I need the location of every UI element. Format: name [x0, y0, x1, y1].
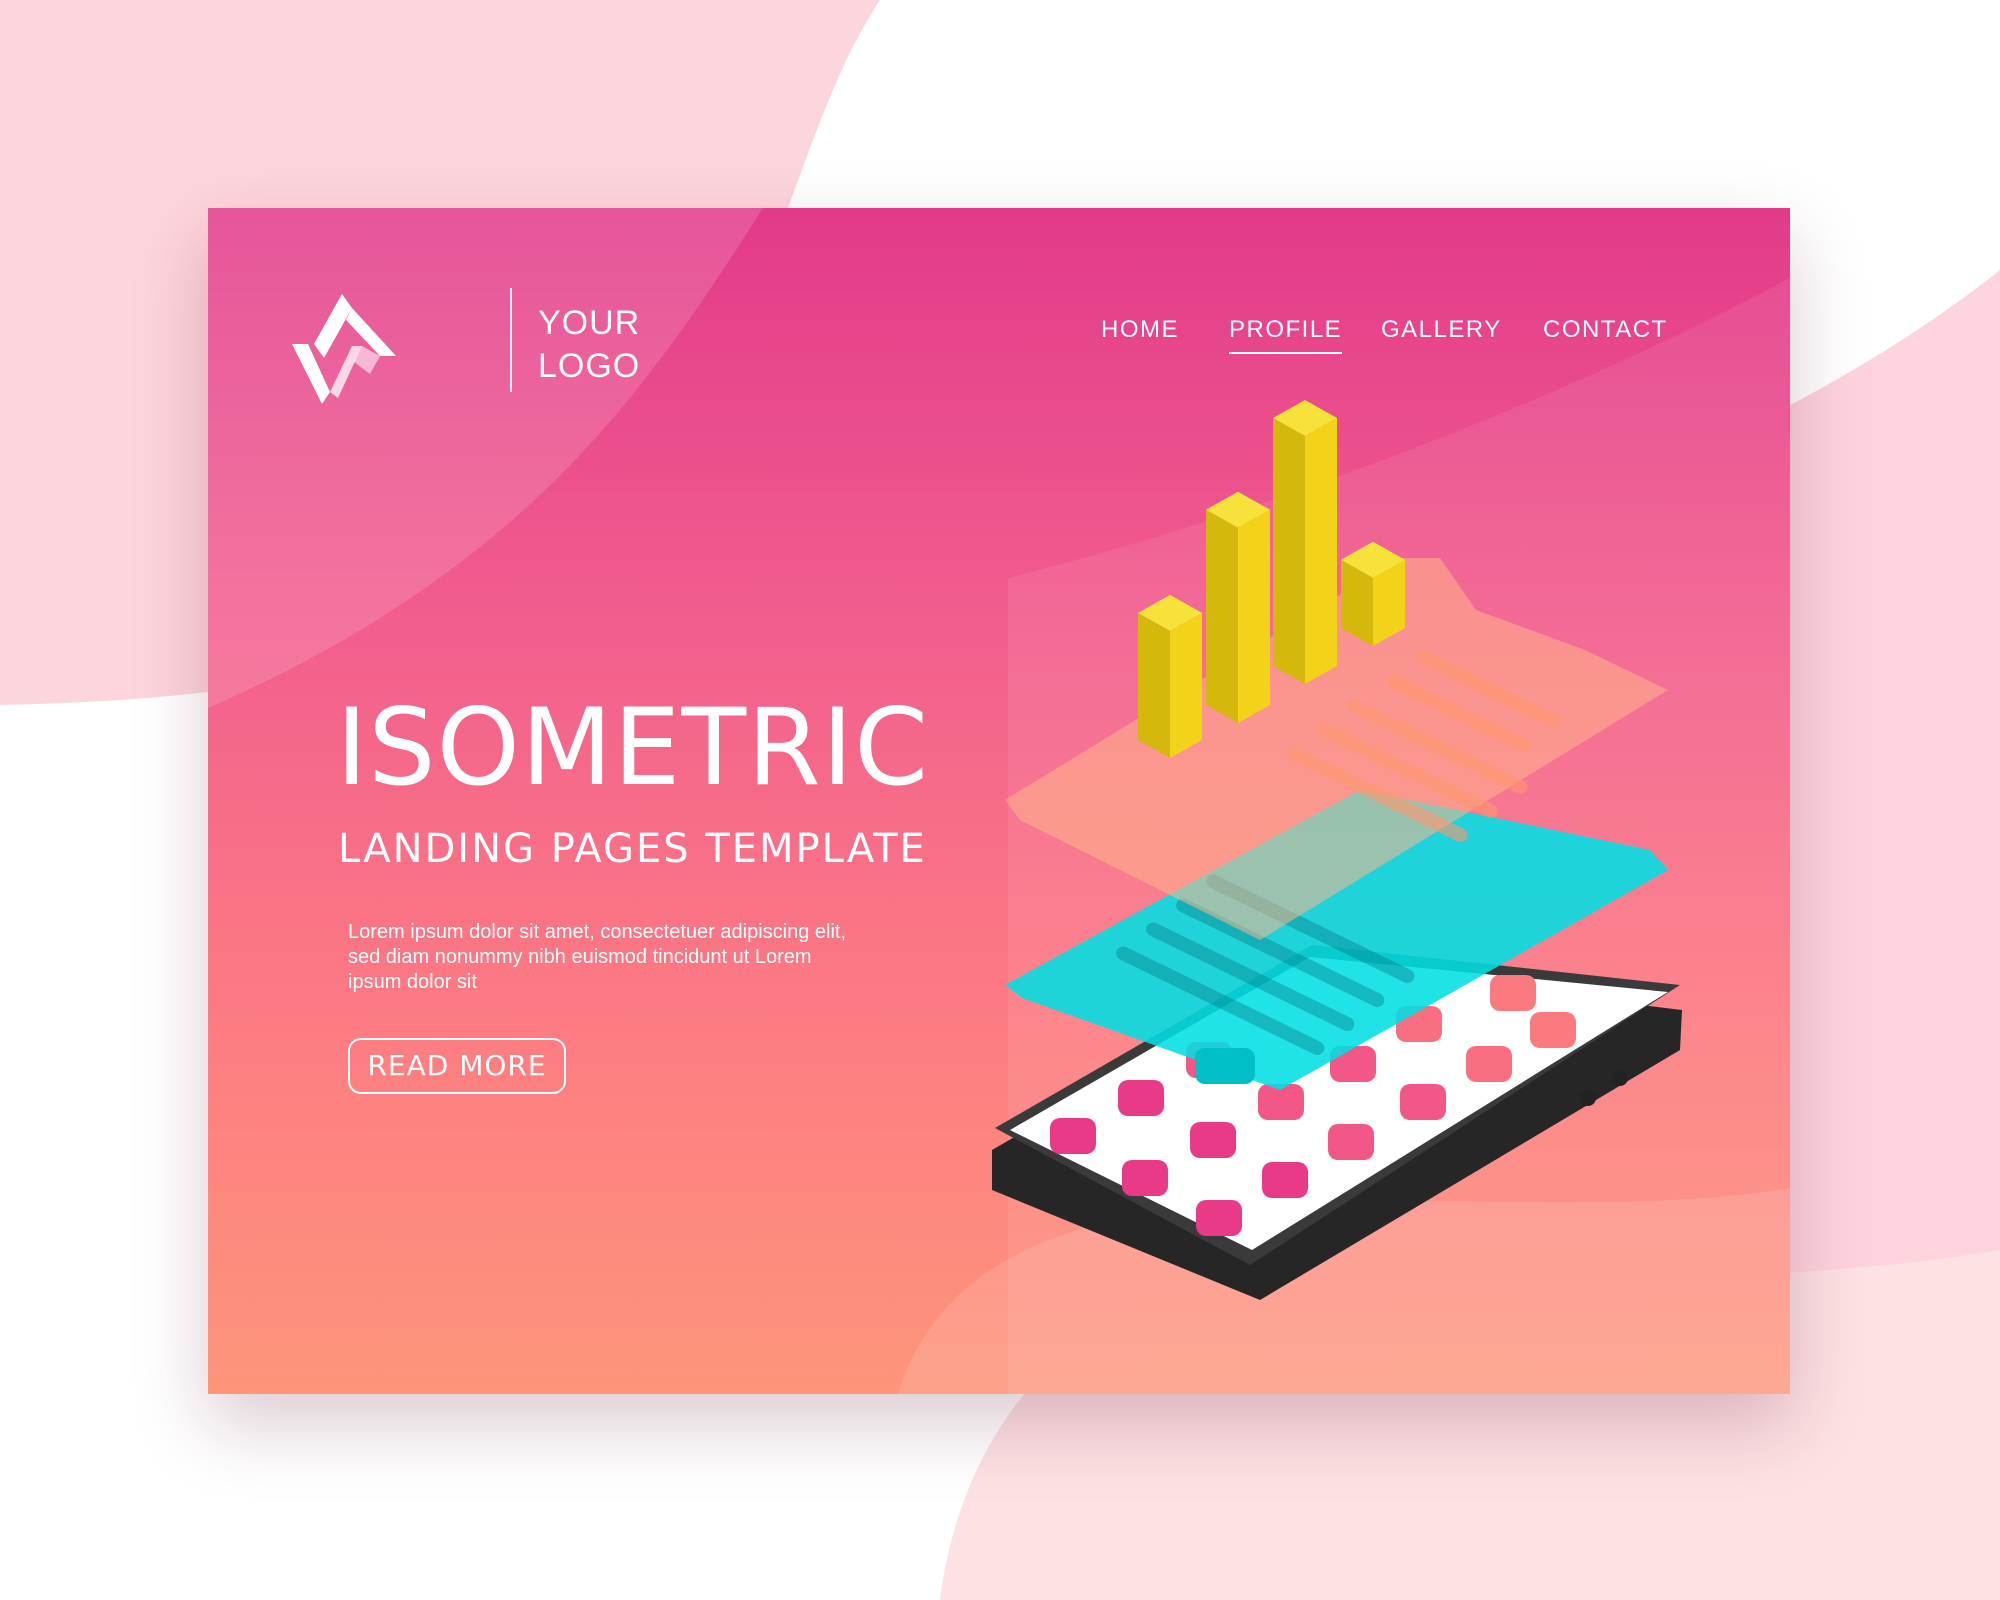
nav-home[interactable]: HOME	[1101, 316, 1179, 352]
nav-gallery[interactable]: GALLERY	[1381, 316, 1502, 352]
hero-title: ISOMETRIC	[336, 686, 930, 809]
hero-body-text: Lorem ipsum dolor sit amet, consectetuer…	[348, 921, 847, 993]
main-nav: HOME PROFILE GALLERY CONTACT	[208, 316, 1790, 356]
landing-page-card: YOUR LOGO HOME PROFILE GALLERY CONTACT I…	[208, 208, 1790, 1394]
nav-profile[interactable]: PROFILE	[1229, 316, 1343, 354]
read-more-button[interactable]: READ MORE	[348, 1038, 566, 1094]
nav-contact[interactable]: CONTACT	[1543, 316, 1668, 352]
hero-subtitle: LANDING PAGES TEMPLATE	[338, 826, 927, 872]
